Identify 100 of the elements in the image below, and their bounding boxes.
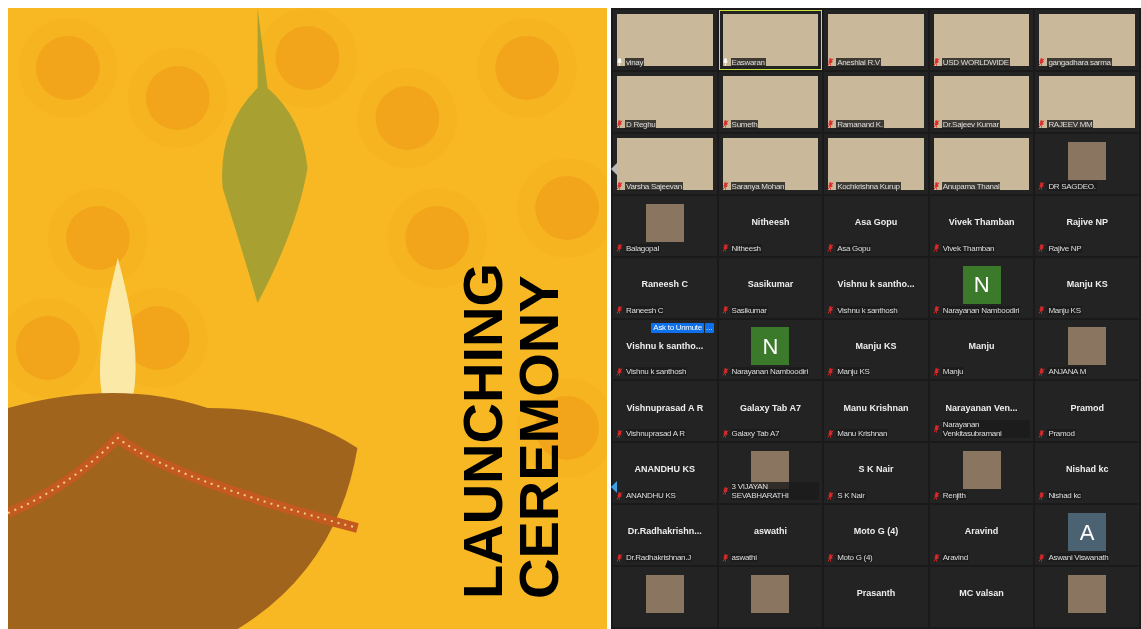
participant-tile[interactable]: aswathi aswathi bbox=[718, 505, 823, 566]
participant-name: Aswani Viswanath bbox=[1047, 553, 1110, 563]
participant-tile[interactable]: N Narayanan Namboodiri bbox=[718, 319, 823, 380]
participant-display-name: Manu Krishnan bbox=[843, 401, 909, 415]
participant-name: Vivek Thamban bbox=[941, 243, 996, 253]
participant-tile[interactable]: Moto G (4) Moto G (4) bbox=[824, 505, 928, 566]
photo-placeholder bbox=[1068, 327, 1107, 366]
participant-name: Dr.Radhakrishnan.J bbox=[625, 553, 692, 563]
participant-tile[interactable]: Nitheesh Nitheesh bbox=[718, 195, 823, 256]
participant-tile[interactable]: D Reghu bbox=[613, 71, 717, 132]
participant-display-name: Narayanan Ven... bbox=[945, 401, 1018, 415]
participant-name: D Reghu bbox=[625, 119, 657, 129]
participant-display-name: Nitheesh bbox=[751, 215, 790, 229]
participant-name: Narayanan Venkitasubramani bbox=[941, 420, 1031, 439]
participant-tile[interactable]: S K Nair S K Nair bbox=[824, 443, 928, 504]
participant-display-name: aswathi bbox=[753, 525, 787, 539]
participant-display-name: Aravind bbox=[964, 525, 999, 539]
avatar-initial: N bbox=[962, 265, 1001, 304]
participant-tile[interactable]: Ramanand K. bbox=[824, 71, 928, 132]
participant-display-name: Prasanth bbox=[856, 587, 896, 601]
participant-tile[interactable]: 3 VIJAYAN SEVABHARATHI bbox=[718, 443, 823, 504]
participant-tile[interactable]: Rajive NP Rajive NP bbox=[1035, 195, 1139, 256]
photo-placeholder bbox=[645, 575, 684, 614]
ask-to-unmute-button[interactable]: Ask to Unmute bbox=[651, 322, 704, 333]
participant-tile[interactable]: Narayanan Ven... Narayanan Venkitasubramani bbox=[929, 381, 1034, 442]
participant-tile[interactable] bbox=[1035, 567, 1139, 627]
participant-tile[interactable] bbox=[613, 567, 717, 627]
participant-tile[interactable]: Ask to Unmute ... Vishnu k santho... Vishnu k santhosh bbox=[613, 319, 717, 380]
participant-tile[interactable]: USD WORLDWIDE bbox=[929, 10, 1034, 70]
participant-tile[interactable]: Pramod Pramod bbox=[1035, 381, 1139, 442]
participant-display-name: Rajive NP bbox=[1066, 215, 1108, 229]
participant-tile[interactable]: Raneesh C Raneesh C bbox=[613, 257, 717, 318]
participant-display-name: Vishnuprasad A R bbox=[626, 401, 704, 415]
participant-tile[interactable]: Manju KS Manju KS bbox=[824, 319, 928, 380]
participant-name: Nishad kc bbox=[1047, 491, 1082, 501]
previous-page-arrow-icon[interactable] bbox=[611, 163, 617, 175]
participant-tile[interactable]: Sumeth bbox=[718, 71, 823, 132]
participant-name: 3 VIJAYAN SEVABHARATHI bbox=[730, 482, 820, 501]
participant-tile[interactable]: Manju KS Manju KS bbox=[1035, 257, 1139, 318]
participant-name: Galaxy Tab A7 bbox=[730, 429, 781, 439]
participant-tile[interactable]: Prasanth bbox=[824, 567, 928, 627]
participant-tile[interactable]: MC valsan bbox=[929, 567, 1034, 627]
participant-name: Balagopal bbox=[625, 243, 660, 253]
participant-name: Narayanan Namboodiri bbox=[730, 367, 809, 377]
participant-tile[interactable]: Easwaran bbox=[718, 10, 823, 70]
participant-tile[interactable]: ANJANA M bbox=[1035, 319, 1139, 380]
participant-display-name: ANANDHU KS bbox=[634, 463, 696, 477]
participant-tile[interactable]: Saranya Mohan bbox=[718, 133, 823, 194]
participant-name: Manu Krishnan bbox=[836, 429, 889, 439]
participant-tile[interactable]: Dr.Radhakrishn... Dr.Radhakrishnan.J bbox=[613, 505, 717, 566]
participant-display-name: S K Nair bbox=[858, 463, 894, 477]
participant-tile[interactable]: RAJEEV MM bbox=[1035, 71, 1139, 132]
participant-tile[interactable]: N Narayanan Namboodiri bbox=[929, 257, 1034, 318]
participant-tile[interactable]: Vivek Thamban Vivek Thamban bbox=[929, 195, 1034, 256]
participant-tile[interactable]: Aravind Aravind bbox=[929, 505, 1034, 566]
participant-tile[interactable]: A Aswani Viswanath bbox=[1035, 505, 1139, 566]
participant-tile[interactable]: Aneshlal R.V bbox=[824, 10, 928, 70]
more-button[interactable]: ... bbox=[704, 322, 714, 333]
participant-display-name: Pramod bbox=[1070, 401, 1104, 415]
participant-name: Dr.Sajeev Kumar bbox=[941, 119, 1000, 129]
participant-tile[interactable]: Varsha Sajeevan bbox=[613, 133, 717, 194]
participant-name: Raneesh C bbox=[625, 305, 665, 315]
participant-name: Narayanan Namboodiri bbox=[941, 305, 1021, 315]
participant-tile[interactable]: Kochkrishna Kurup bbox=[824, 133, 928, 194]
participant-display-name: Moto G (4) bbox=[853, 525, 899, 539]
participant-display-name: Nishad kc bbox=[1065, 463, 1109, 477]
participant-tile[interactable]: Asa Gopu Asa Gopu bbox=[824, 195, 928, 256]
participant-name: Anupama Thanal bbox=[941, 181, 1001, 191]
participant-name: gangadhara sarma bbox=[1047, 57, 1112, 67]
participant-tile[interactable]: Galaxy Tab A7 Galaxy Tab A7 bbox=[718, 381, 823, 442]
participant-tile[interactable]: Manu Krishnan Manu Krishnan bbox=[824, 381, 928, 442]
participant-display-name: Dr.Radhakrishn... bbox=[627, 525, 702, 539]
participant-tile[interactable]: gangadhara sarma bbox=[1035, 10, 1139, 70]
participant-name: Vishnu k santhosh bbox=[836, 305, 899, 315]
participant-name: Moto G (4) bbox=[836, 553, 874, 563]
participant-tile[interactable]: Sasikumar Sasikumar bbox=[718, 257, 823, 318]
participant-name: Rajive NP bbox=[1047, 243, 1083, 253]
participant-tile[interactable]: Anupama Thanal bbox=[929, 133, 1034, 194]
previous-page-arrow-icon[interactable] bbox=[611, 481, 617, 493]
participant-tile[interactable]: Balagopal bbox=[613, 195, 717, 256]
participant-tile[interactable]: Renjith bbox=[929, 443, 1034, 504]
participant-name: aswathi bbox=[730, 553, 758, 563]
participant-tile[interactable] bbox=[718, 567, 823, 627]
participant-display-name: Asa Gopu bbox=[854, 215, 898, 229]
participant-tile[interactable]: Dr.Sajeev Kumar bbox=[929, 71, 1034, 132]
participant-name: Asa Gopu bbox=[836, 243, 872, 253]
avatar-initial: N bbox=[751, 327, 790, 366]
participant-tile[interactable]: ANANDHU KS ANANDHU KS bbox=[613, 443, 717, 504]
participant-name: Manju bbox=[941, 367, 965, 377]
participant-display-name: Vivek Thamban bbox=[948, 215, 1015, 229]
photo-placeholder bbox=[751, 575, 790, 614]
participant-tile[interactable]: Manju Manju bbox=[929, 319, 1034, 380]
participant-tile[interactable]: Vishnu k santho... Vishnu k santhosh bbox=[824, 257, 928, 318]
participant-tile[interactable]: vinay bbox=[613, 10, 717, 70]
participant-tile[interactable]: Vishnuprasad A R Vishnuprasad A R bbox=[613, 381, 717, 442]
participant-display-name: Sasikumar bbox=[747, 277, 794, 291]
participant-tile[interactable]: Nishad kc Nishad kc bbox=[1035, 443, 1139, 504]
participant-tile[interactable]: DR SAGDEO. bbox=[1035, 133, 1139, 194]
participant-name: Manju KS bbox=[836, 367, 871, 377]
participant-name: Varsha Sajeevan bbox=[625, 181, 683, 191]
